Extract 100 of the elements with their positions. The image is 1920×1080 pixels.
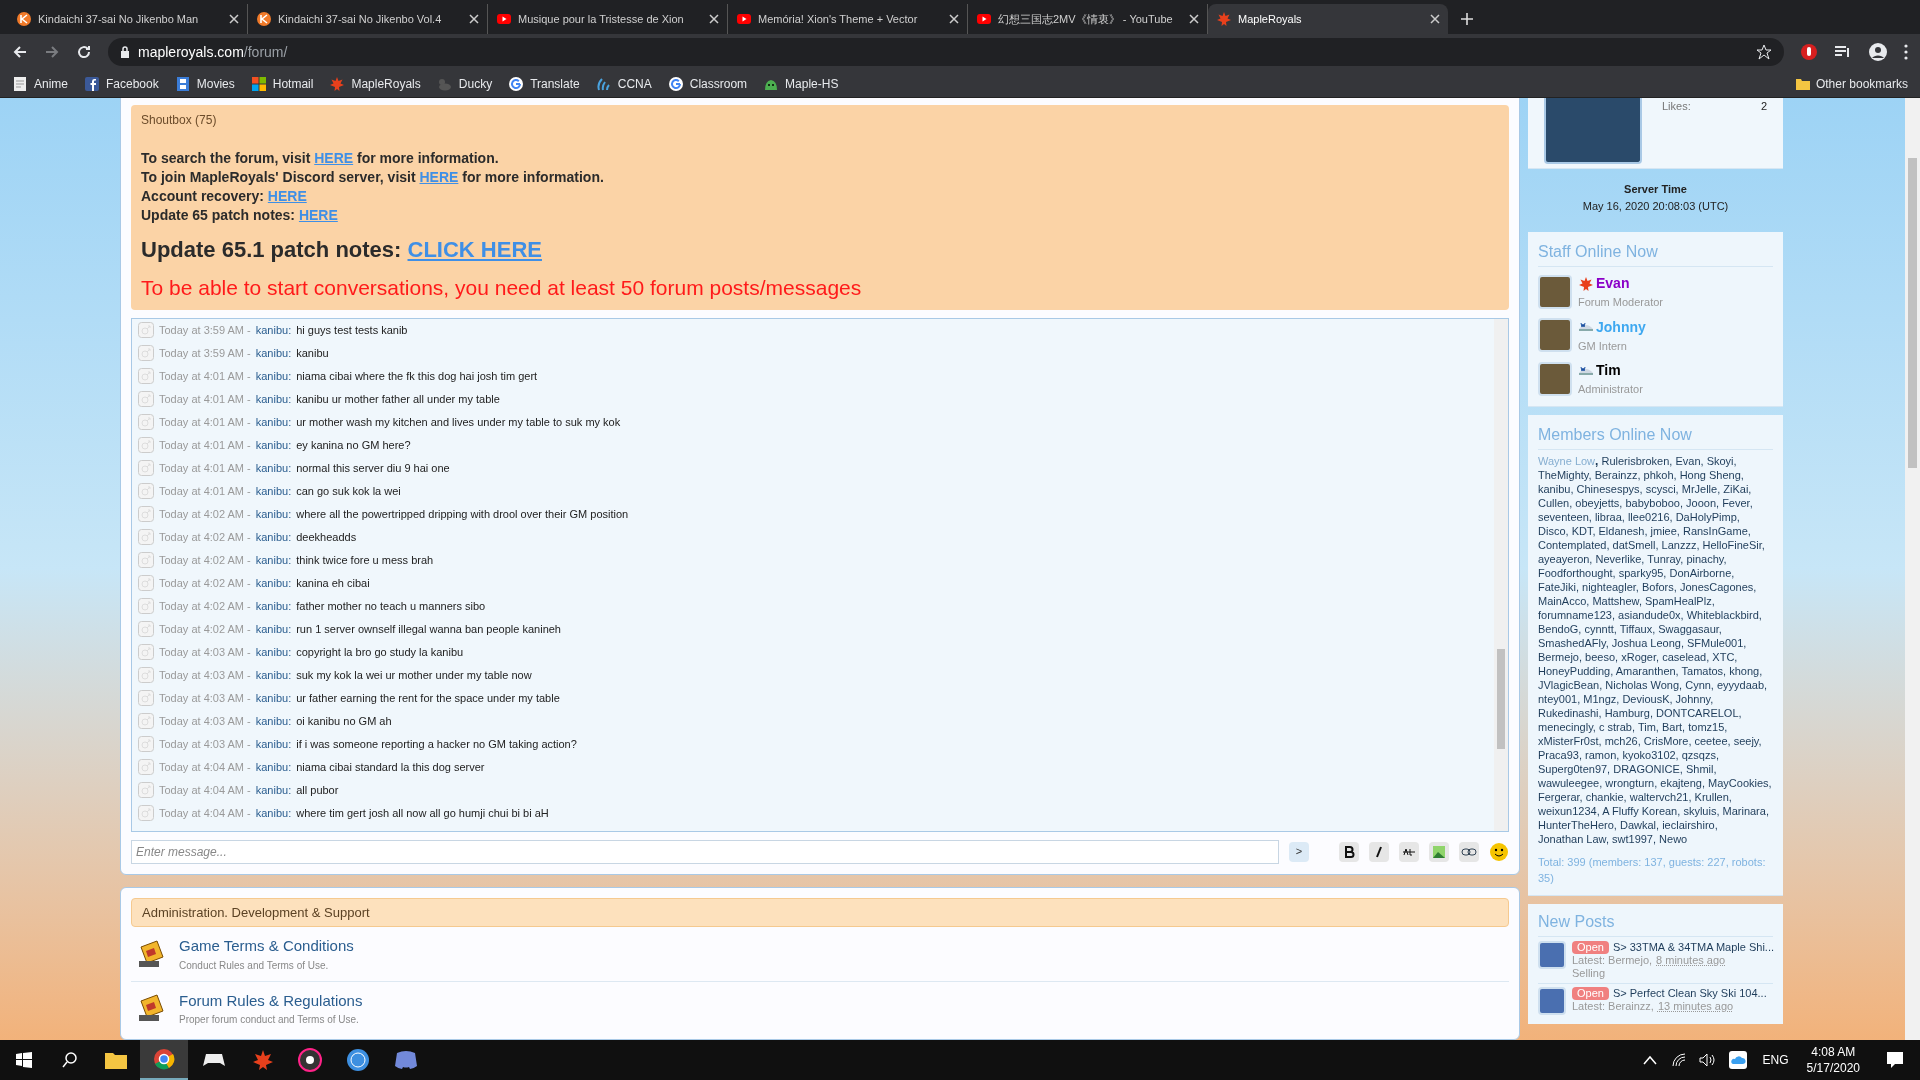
image-icon[interactable] (1429, 841, 1449, 862)
username-link[interactable]: kanibu: (255, 804, 292, 822)
member-link[interactable]: cynntt, (1584, 622, 1617, 635)
member-link[interactable]: beeso, (1585, 650, 1619, 663)
username-link[interactable]: kanibu: (255, 620, 292, 638)
member-link[interactable]: chankie, (1585, 790, 1627, 803)
staff-name[interactable]: Tim (1596, 360, 1621, 381)
username-link[interactable]: kanibu: (255, 528, 292, 546)
username-link[interactable]: kanibu: (255, 551, 292, 569)
member-link[interactable]: DONTCARELOL, (1656, 706, 1742, 719)
member-link[interactable]: Bart, (1661, 720, 1686, 733)
member-link[interactable]: Shmil, (1686, 762, 1717, 775)
member-link[interactable]: skyluis, (1683, 804, 1720, 817)
menu-icon[interactable] (1904, 44, 1908, 60)
member-link[interactable]: JVlagicBean, (1538, 678, 1603, 691)
member-link[interactable]: Mattshew, (1592, 594, 1642, 607)
member-link[interactable]: xMisterFr0st, (1538, 734, 1602, 747)
bookmark[interactable]: Maple-HS (763, 74, 839, 93)
member-link[interactable]: Rulerisbroken, (1601, 454, 1673, 467)
disc-icon[interactable] (298, 1048, 322, 1072)
username-link[interactable]: kanibu: (255, 390, 292, 408)
link-icon[interactable] (1459, 841, 1479, 862)
member-link[interactable]: HelloFineSir, (1702, 538, 1765, 551)
italic-icon[interactable] (1369, 841, 1389, 862)
member-link[interactable]: ieclairshiro, (1662, 818, 1718, 831)
member-link[interactable]: Whiteblackbird, (1686, 608, 1762, 621)
member-link[interactable]: Jooon, (1686, 496, 1720, 509)
member-link[interactable]: Berainzz, (1594, 468, 1641, 481)
member-link[interactable]: ayeayeron, (1538, 552, 1593, 565)
member-link[interactable]: Newo (1659, 832, 1688, 845)
page-scrollbar[interactable] (1905, 98, 1920, 1040)
username-link[interactable]: kanibu: (255, 689, 292, 707)
member-link[interactable]: DeviousK, (1622, 692, 1673, 705)
member-link[interactable]: Evan, (1675, 454, 1704, 467)
member-link[interactable]: datSmell, (1612, 538, 1659, 551)
member-link[interactable]: CrisMore, (1643, 734, 1692, 747)
member-link[interactable]: pinachy, (1686, 552, 1727, 565)
member-link[interactable]: DonAirborne, (1669, 566, 1735, 579)
cloud-icon[interactable] (1728, 1051, 1747, 1069)
chat-app-icon[interactable] (394, 1050, 418, 1070)
username-link[interactable]: kanibu: (255, 712, 292, 730)
member-link[interactable]: Praca93, (1538, 748, 1583, 761)
username-link[interactable]: kanibu: (255, 781, 292, 799)
bold-icon[interactable] (1339, 841, 1359, 862)
bookmark-folder[interactable]: Other bookmarks (1795, 74, 1908, 93)
member-link[interactable]: phkoh, (1643, 468, 1677, 481)
member-link[interactable]: DRAGONICE, (1613, 762, 1683, 775)
member-link[interactable]: FateJiki, (1538, 580, 1579, 593)
strikethrough-icon[interactable] (1399, 841, 1419, 862)
member-link[interactable]: Amaranthen, (1615, 664, 1679, 677)
member-link[interactable]: caselead, (1662, 650, 1710, 663)
member-link[interactable]: c strab, (1598, 720, 1636, 733)
member-link[interactable]: Skoyi, (1706, 454, 1737, 467)
speaker-icon[interactable] (1698, 1052, 1715, 1068)
username-link[interactable]: kanibu: (255, 574, 292, 592)
bookmark[interactable]: Ducky (436, 74, 493, 93)
username-link[interactable]: kanibu: (255, 459, 292, 477)
member-link[interactable]: Cynn, (1685, 678, 1714, 691)
back-icon[interactable] (12, 44, 28, 60)
member-link[interactable]: Nicholas Wong, (1605, 678, 1683, 691)
member-link[interactable]: nighteagler, (1582, 580, 1639, 593)
member-link[interactable]: waltervch21, (1629, 790, 1692, 803)
wifi-icon[interactable] (1670, 1052, 1687, 1068)
username-link[interactable]: kanibu: (255, 597, 292, 615)
bookmark[interactable]: MapleRoyals (329, 74, 421, 93)
forward-icon[interactable] (44, 44, 60, 60)
profile-icon[interactable] (1868, 42, 1888, 62)
member-link[interactable]: Jonathan Law, (1538, 832, 1609, 845)
bookmark[interactable]: Hotmail (250, 74, 314, 93)
member-link[interactable]: weixun1234, (1538, 804, 1600, 817)
member-link[interactable]: swt1997, (1612, 832, 1657, 845)
close-icon[interactable] (1189, 14, 1199, 24)
member-link[interactable]: Foodforthought, (1538, 566, 1616, 579)
member-link[interactable]: Tunray, (1647, 552, 1684, 565)
board-link[interactable]: Forum Rules & Regulations (179, 989, 363, 1012)
member-link[interactable]: Cullen, (1538, 496, 1573, 509)
member-link[interactable]: forumname123, (1538, 608, 1616, 621)
member-link[interactable]: Neverlike, (1595, 552, 1645, 565)
username-link[interactable]: kanibu: (255, 367, 292, 385)
member-link[interactable]: wawuleegee, (1538, 776, 1603, 789)
close-icon[interactable] (469, 14, 479, 24)
member-link[interactable]: DaHolyPimp, (1675, 510, 1740, 523)
member-link[interactable]: SpamHealPlz, (1645, 594, 1715, 607)
bookmark[interactable]: Facebook (84, 74, 159, 93)
member-link[interactable]: Bofors, (1642, 580, 1677, 593)
chrome-icon[interactable] (153, 1048, 175, 1070)
member-link[interactable]: Hong Sheng, (1679, 468, 1744, 481)
member-link[interactable]: Eldanesh, (1598, 524, 1648, 537)
member-link[interactable]: Bermejo, (1538, 650, 1583, 663)
member-link[interactable]: menecingly, (1538, 720, 1596, 733)
chevron-up-icon[interactable] (1642, 1055, 1657, 1065)
maple-leaf-icon[interactable] (252, 1049, 274, 1071)
extension-icon[interactable] (1800, 43, 1818, 61)
member-link[interactable]: asiandude0x, (1618, 608, 1684, 621)
scrollbar[interactable] (1494, 318, 1508, 831)
clock[interactable]: 4:08 AM 5/17/2020 (1806, 1044, 1860, 1076)
board-link[interactable]: Game Terms & Conditions (179, 935, 354, 958)
member-link[interactable]: HunterTheHero, (1538, 818, 1617, 831)
member-link[interactable]: Hamburg, (1604, 706, 1653, 719)
member-link[interactable]: Disco, (1538, 524, 1569, 537)
